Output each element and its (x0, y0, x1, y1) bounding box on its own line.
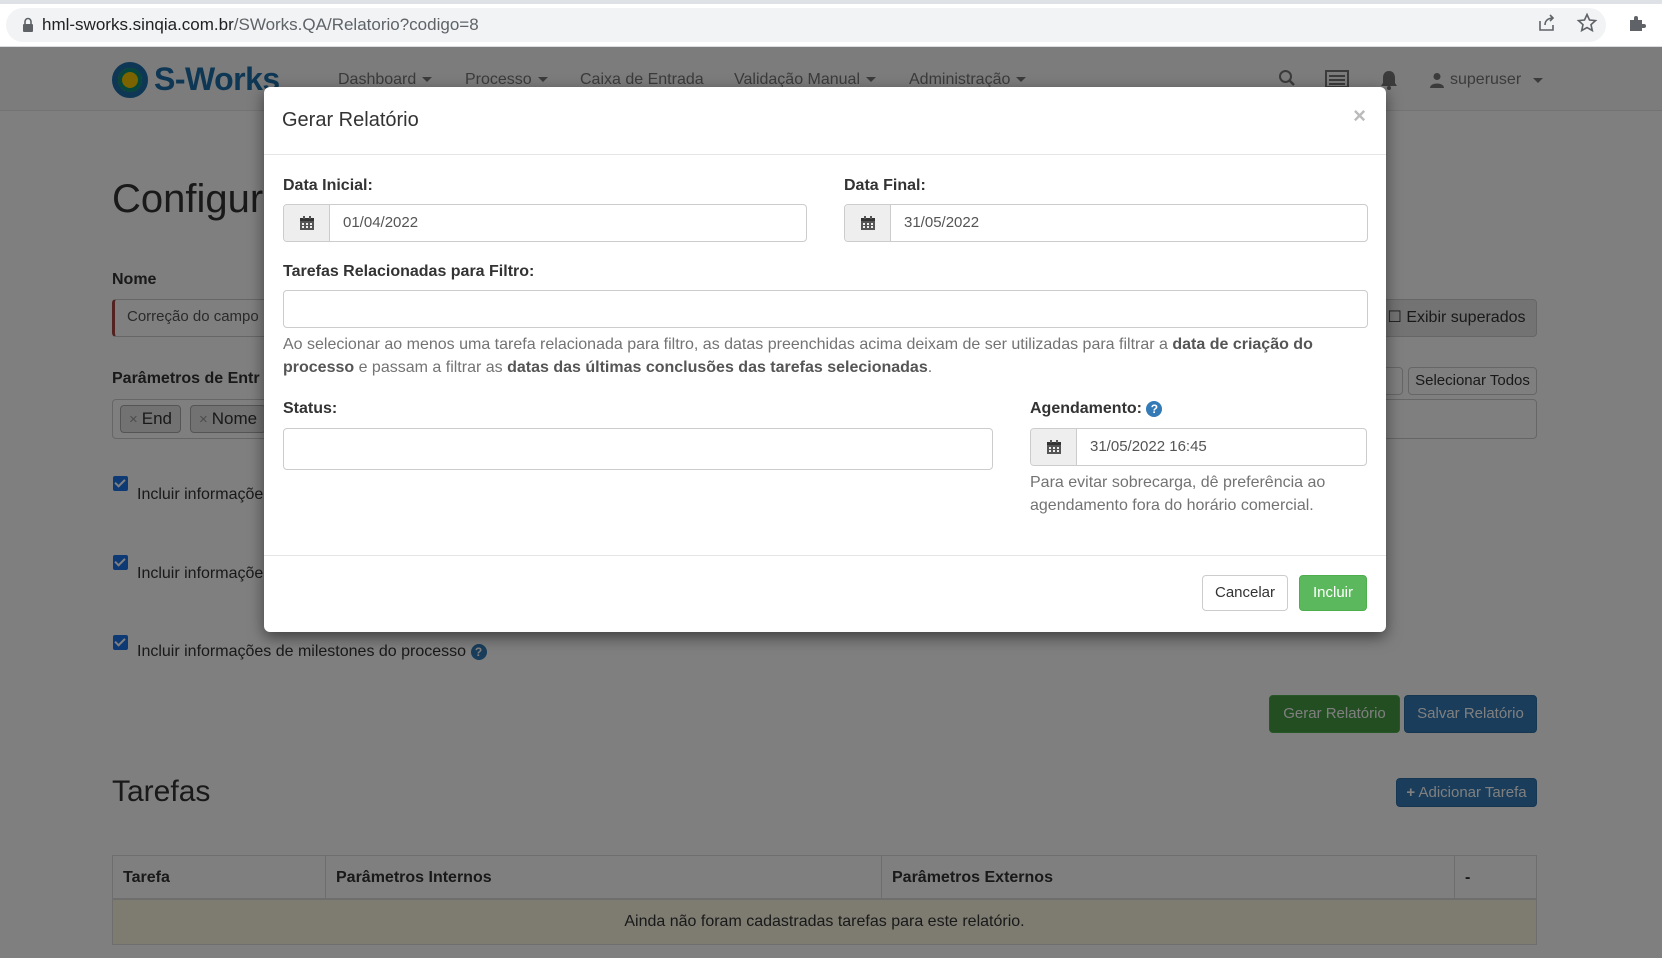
url-text[interactable]: hml-sworks.sinqia.com.br/SWorks.QA/Relat… (42, 15, 479, 35)
schedule-input[interactable]: 31/05/2022 16:45 (1030, 428, 1367, 466)
start-date-label: Data Inicial: (283, 177, 373, 194)
share-icon[interactable] (1536, 12, 1558, 34)
cancel-button[interactable]: Cancelar (1202, 575, 1288, 611)
schedule-value: 31/05/2022 16:45 (1090, 438, 1207, 455)
modal-header: Gerar Relatório × (264, 87, 1386, 155)
start-date-input[interactable]: 01/04/2022 (283, 204, 807, 242)
tasks-filter-help: Ao selecionar ao menos uma tarefa relaci… (283, 336, 1313, 376)
schedule-label: Agendamento: ? (1030, 400, 1163, 418)
extensions-icon[interactable] (1626, 12, 1648, 34)
lock-icon (23, 17, 33, 32)
end-date-input[interactable]: 31/05/2022 (844, 204, 1368, 242)
modal-footer: Cancelar Incluir (264, 555, 1386, 632)
status-select[interactable] (283, 428, 993, 470)
status-label: Status: (283, 400, 338, 417)
close-icon[interactable]: × (1353, 103, 1366, 129)
calendar-icon[interactable] (845, 205, 891, 241)
end-date-value: 31/05/2022 (904, 214, 980, 231)
tab-strip (0, 0, 1662, 4)
help-icon[interactable]: ? (1146, 400, 1163, 417)
address-bar[interactable]: hml-sworks.sinqia.com.br/SWorks.QA/Relat… (6, 8, 1606, 42)
generate-report-modal: Gerar Relatório × Data Inicial: 01/04/20… (264, 87, 1386, 632)
star-icon[interactable] (1576, 12, 1598, 34)
browser-toolbar: hml-sworks.sinqia.com.br/SWorks.QA/Relat… (0, 0, 1662, 47)
start-date-value: 01/04/2022 (343, 214, 419, 231)
include-button[interactable]: Incluir (1299, 575, 1367, 611)
calendar-icon[interactable] (1031, 429, 1077, 465)
tasks-filter-label: Tarefas Relacionadas para Filtro: (283, 263, 535, 280)
schedule-help: Para evitar sobrecarga, dê preferência a… (1030, 474, 1326, 514)
end-date-label: Data Final: (844, 177, 926, 194)
calendar-icon[interactable] (284, 205, 330, 241)
tasks-filter-input[interactable] (283, 290, 1368, 328)
modal-title: Gerar Relatório (282, 109, 419, 131)
